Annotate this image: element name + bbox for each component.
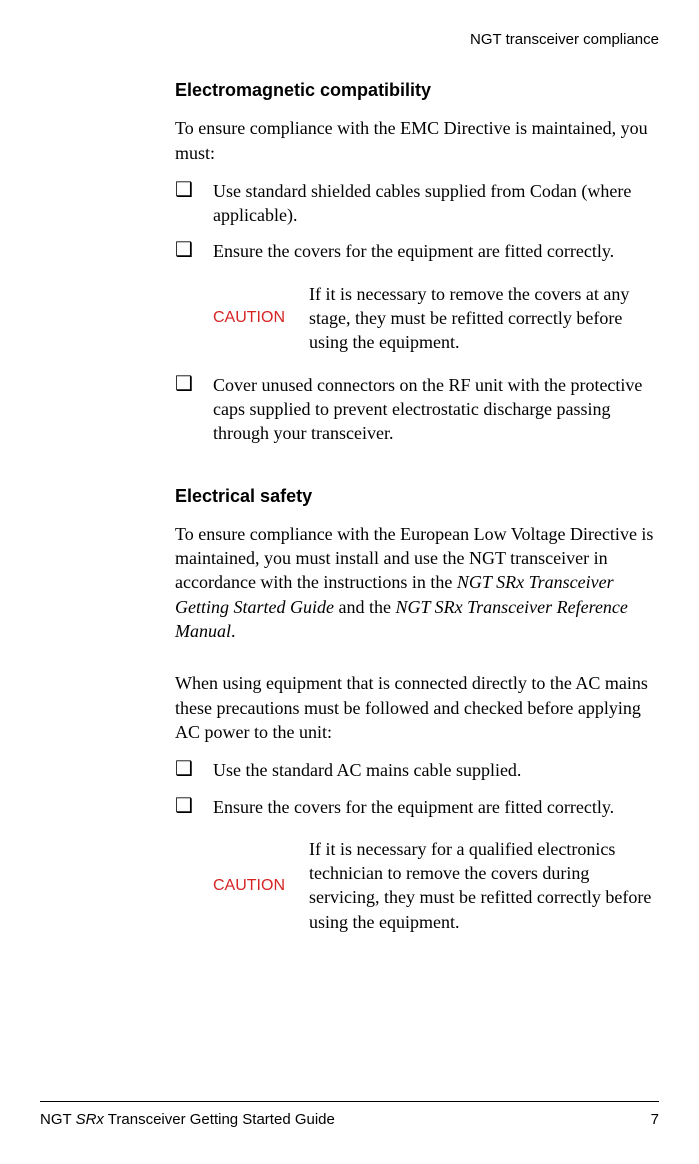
caution-label: CAUTION	[213, 875, 309, 897]
checklist-item-text: Ensure the covers for the equipment are …	[213, 239, 659, 263]
checkbox-icon: ❑	[175, 179, 213, 201]
electrical-precautions-paragraph: When using equipment that is connected d…	[175, 671, 659, 744]
checklist-item: ❑ Use standard shielded cables supplied …	[175, 179, 659, 228]
footer-text-italic: SRx	[76, 1111, 104, 1128]
checklist-item-text: Use standard shielded cables supplied fr…	[213, 179, 659, 228]
running-header: NGT transceiver compliance	[470, 30, 659, 50]
checklist-item-text: Ensure the covers for the equipment are …	[213, 795, 659, 819]
checklist-item: ❑ Cover unused connectors on the RF unit…	[175, 373, 659, 446]
checklist-item: ❑ Ensure the covers for the equipment ar…	[175, 239, 659, 263]
para-fragment: and the	[334, 597, 395, 617]
checkbox-icon: ❑	[175, 795, 213, 817]
checkbox-icon: ❑	[175, 239, 213, 261]
checkbox-icon: ❑	[175, 373, 213, 395]
page-content: Electromagnetic compatibility To ensure …	[175, 78, 659, 952]
section-heading-electrical: Electrical safety	[175, 484, 659, 508]
section-electrical-safety: Electrical safety To ensure compliance w…	[175, 484, 659, 934]
checklist-item: ❑ Ensure the covers for the equipment ar…	[175, 795, 659, 819]
caution-text: If it is necessary for a qualified elect…	[309, 837, 659, 934]
caution-label: CAUTION	[213, 307, 309, 329]
caution-block: CAUTION If it is necessary for a qualifi…	[213, 837, 659, 934]
caution-text: If it is necessary to remove the covers …	[309, 282, 659, 355]
footer-text-fragment: Transceiver Getting Started Guide	[104, 1111, 335, 1128]
emc-intro-paragraph: To ensure compliance with the EMC Direct…	[175, 116, 659, 165]
running-header-text: NGT transceiver compliance	[470, 31, 659, 48]
footer-document-title: NGT SRx Transceiver Getting Started Guid…	[40, 1110, 335, 1130]
footer-text-fragment: NGT	[40, 1111, 76, 1128]
checkbox-icon: ❑	[175, 758, 213, 780]
checklist-item-text: Cover unused connectors on the RF unit w…	[213, 373, 659, 446]
checklist-item: ❑ Use the standard AC mains cable suppli…	[175, 758, 659, 782]
section-heading-emc: Electromagnetic compatibility	[175, 78, 659, 102]
page-number: 7	[651, 1110, 659, 1130]
caution-block: CAUTION If it is necessary to remove the…	[213, 282, 659, 355]
checklist-item-text: Use the standard AC mains cable supplied…	[213, 758, 659, 782]
page-footer: NGT SRx Transceiver Getting Started Guid…	[40, 1101, 659, 1130]
electrical-intro-paragraph: To ensure compliance with the European L…	[175, 522, 659, 643]
para-fragment: .	[231, 621, 236, 641]
